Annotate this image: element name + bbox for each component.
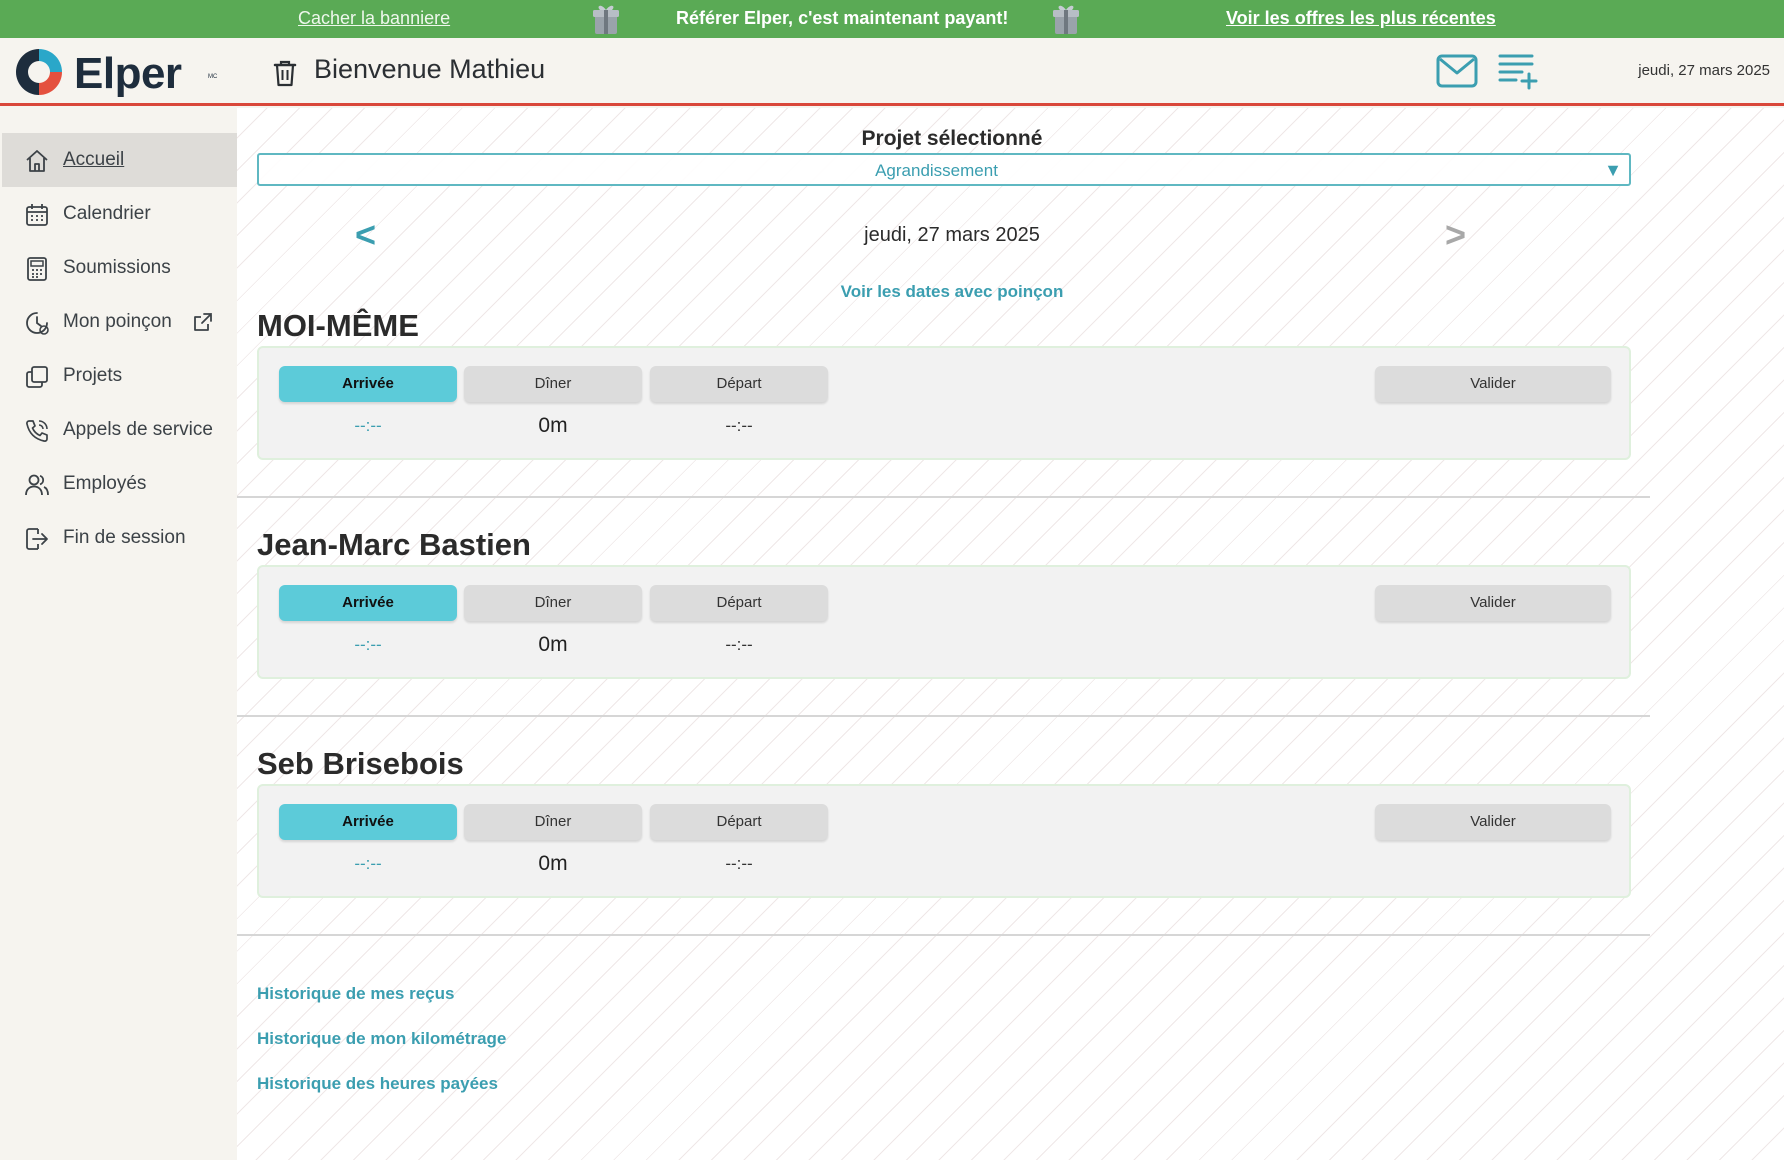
logo-mark: MC: [208, 74, 218, 80]
home-icon: [26, 150, 48, 172]
punch-card: Arrivée Dîner Départ Valider --:-- 0m --…: [257, 784, 1631, 898]
arrive-time: --:--: [354, 635, 382, 654]
arrive-button[interactable]: Arrivée: [279, 366, 457, 402]
project-select[interactable]: Agrandissement ▼: [257, 153, 1631, 186]
add-list-icon[interactable]: [1498, 52, 1538, 90]
depart-time: --:--: [725, 416, 753, 435]
depart-button[interactable]: Départ: [650, 804, 828, 840]
sidebar-item-accueil[interactable]: Accueil: [2, 133, 237, 187]
punch-card: Arrivée Dîner Départ Valider --:-- 0m --…: [257, 346, 1631, 460]
employee-name: Jean-Marc Bastien: [257, 527, 531, 562]
sidebar-item-label: Projets: [63, 365, 123, 386]
main-content: Projet sélectionné Agrandissement ▼ < je…: [237, 108, 1784, 1160]
sidebar-item-label: Employés: [63, 473, 147, 494]
users-icon: [25, 474, 49, 496]
hide-banner-link[interactable]: Cacher la banniere: [298, 8, 450, 29]
copy-icon: [26, 366, 48, 388]
external-link-icon[interactable]: [192, 311, 214, 333]
elper-logo-icon: [16, 49, 62, 95]
sidebar-item-mon-poincon[interactable]: Mon poinçon: [2, 295, 237, 349]
promo-banner: Cacher la banniere Référer Elper, c'est …: [0, 0, 1784, 38]
sidebar-item-soumissions[interactable]: Soumissions: [2, 241, 237, 295]
calculator-icon: [27, 257, 47, 281]
validate-button[interactable]: Valider: [1375, 366, 1611, 402]
mail-icon[interactable]: [1436, 54, 1478, 88]
sidebar-item-label: Fin de session: [63, 527, 186, 548]
lunch-duration: 0m: [538, 852, 568, 875]
lunch-duration: 0m: [538, 414, 568, 437]
depart-time: --:--: [725, 854, 753, 873]
lunch-button[interactable]: Dîner: [464, 366, 642, 402]
lunch-duration: 0m: [538, 633, 568, 656]
sidebar-item-label: Appels de service: [63, 419, 213, 440]
app-header: Elper MC Bienvenue Mathieu jeudi, 27 mar…: [0, 38, 1784, 106]
logout-icon: [26, 528, 48, 550]
promo-text: Référer Elper, c'est maintenant payant!: [676, 8, 1009, 28]
lunch-button[interactable]: Dîner: [464, 585, 642, 621]
section-divider: [237, 496, 1650, 498]
calendar-icon: [26, 204, 48, 226]
depart-button[interactable]: Départ: [650, 585, 828, 621]
sidebar-item-appels-de-service[interactable]: Appels de service: [2, 403, 237, 457]
sidebar-item-label: Mon poinçon: [63, 311, 172, 332]
clock-icon: [26, 312, 49, 335]
depart-button[interactable]: Départ: [650, 366, 828, 402]
receipts-history-link[interactable]: Historique de mes reçus: [257, 984, 454, 1004]
paid-hours-history-link[interactable]: Historique des heures payées: [257, 1074, 498, 1094]
depart-time: --:--: [725, 635, 753, 654]
punch-card: Arrivée Dîner Départ Valider --:-- 0m --…: [257, 565, 1631, 679]
employee-name: MOI-MÊME: [257, 308, 419, 343]
sidebar-item-label: Calendrier: [63, 203, 151, 224]
chevron-down-icon: ▼: [1604, 160, 1622, 180]
section-divider: [237, 934, 1650, 936]
lunch-button[interactable]: Dîner: [464, 804, 642, 840]
sidebar-item-calendrier[interactable]: Calendrier: [2, 187, 237, 241]
sidebar-item-projets[interactable]: Projets: [2, 349, 237, 403]
sidebar-item-label: Soumissions: [63, 257, 171, 278]
gift-icon: [1053, 5, 1079, 34]
section-divider: [237, 715, 1650, 717]
validate-button[interactable]: Valider: [1375, 585, 1611, 621]
sidebar: Accueil Calendrier Soumissions Mon poinç…: [0, 108, 237, 1160]
latest-offers-link[interactable]: Voir les offres les plus récentes: [1226, 8, 1496, 29]
arrive-time: --:--: [354, 854, 382, 873]
next-day-button[interactable]: >: [1445, 214, 1466, 256]
arrive-time: --:--: [354, 416, 382, 435]
project-select-value: Agrandissement: [875, 161, 998, 180]
sidebar-item-employes[interactable]: Employés: [2, 457, 237, 511]
welcome-message: Bienvenue Mathieu: [314, 54, 546, 84]
mileage-history-link[interactable]: Historique de mon kilométrage: [257, 1029, 506, 1049]
punch-dates-link[interactable]: Voir les dates avec poinçon: [237, 282, 1667, 302]
arrive-button[interactable]: Arrivée: [279, 804, 457, 840]
sidebar-item-fin-de-session[interactable]: Fin de session: [2, 511, 237, 565]
employee-name: Seb Brisebois: [257, 746, 464, 781]
phone-icon: [26, 420, 48, 442]
elper-logo[interactable]: Elper MC: [14, 46, 224, 98]
header-date: jeudi, 27 mars 2025: [1638, 62, 1770, 79]
trash-icon[interactable]: [272, 58, 298, 88]
arrive-button[interactable]: Arrivée: [279, 585, 457, 621]
logo-wordmark: Elper: [74, 49, 182, 98]
gift-icon: [593, 5, 619, 34]
project-label: Projet sélectionné: [861, 127, 1043, 150]
sidebar-item-label: Accueil: [63, 149, 125, 170]
validate-button[interactable]: Valider: [1375, 804, 1611, 840]
